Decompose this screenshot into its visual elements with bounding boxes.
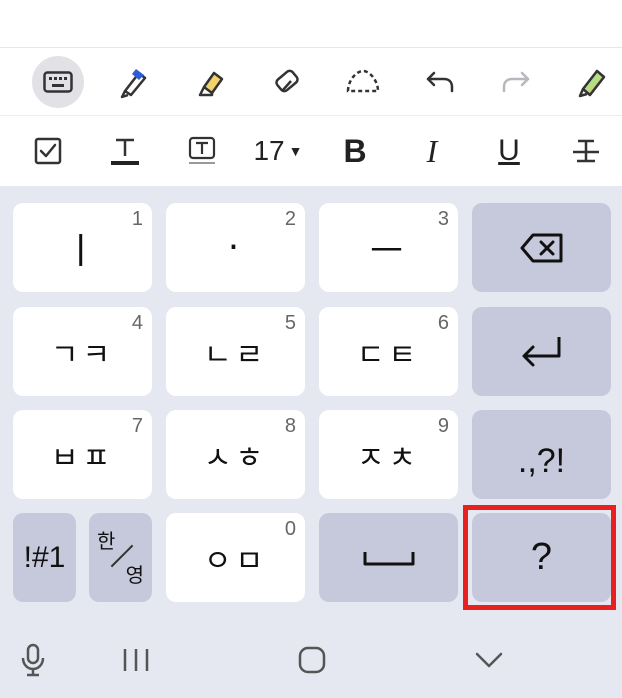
text-box-button[interactable] (176, 125, 228, 177)
multicolor-pen-icon (578, 69, 606, 97)
strikethrough-icon (573, 139, 599, 163)
home-icon (298, 646, 326, 674)
key-label: ㄷㅌ (356, 337, 421, 373)
hide-keyboard-icon (475, 652, 503, 668)
italic-button[interactable]: I (406, 125, 458, 177)
space-icon (363, 551, 414, 565)
key-3[interactable]: 3 ㅡ (319, 203, 458, 292)
key-label: ㅂㅍ (50, 440, 115, 476)
text-color-icon (111, 138, 139, 165)
pen-button[interactable] (108, 56, 160, 108)
key-label: ㅇㅁ (203, 543, 268, 579)
highlighter-icon (198, 71, 224, 96)
key-1[interactable]: 1 ㅣ (13, 203, 152, 292)
key-label: ㅅㅎ (203, 440, 268, 476)
lang-top-label: 한 (97, 529, 116, 553)
redo-icon (502, 71, 530, 92)
bold-button[interactable]: B (329, 125, 381, 177)
drawing-toolbar (0, 48, 622, 116)
font-size-value: 17 (253, 135, 285, 166)
recent-apps-icon (123, 649, 149, 671)
key-number: 6 (437, 312, 449, 334)
redo-button[interactable] (490, 56, 542, 108)
enter-key[interactable] (472, 307, 611, 396)
microphone-icon (21, 643, 45, 677)
language-switch-key[interactable]: 한 영 (89, 513, 152, 602)
key-number: 4 (131, 312, 143, 334)
key-5[interactable]: 5 ㄴㄹ (166, 307, 305, 396)
key-number: 5 (284, 312, 296, 334)
pen-icon (120, 68, 147, 98)
highlight-box (463, 505, 616, 610)
key-9[interactable]: 9 ㅈㅊ (319, 410, 458, 499)
key-8[interactable]: 8 ㅅㅎ (166, 410, 305, 499)
key-label: · (227, 227, 244, 268)
key-number: 7 (131, 415, 143, 437)
text-box-icon (188, 136, 216, 164)
underline-icon: U (498, 134, 520, 167)
key-number: 3 (437, 208, 449, 230)
key-number: 1 (131, 208, 143, 230)
strikethrough-button[interactable] (560, 125, 612, 177)
key-number: 8 (284, 415, 296, 437)
lasso-button[interactable] (337, 56, 389, 108)
keyboard-icon (43, 70, 73, 93)
hide-keyboard-button[interactable] (474, 650, 504, 670)
key-label: ㅈㅊ (356, 440, 421, 476)
key-label: ㄱㅋ (50, 337, 115, 373)
symbols-key[interactable]: !#1 (13, 513, 76, 602)
key-4[interactable]: 4 ㄱㅋ (13, 307, 152, 396)
chevron-down-icon: ▼ (288, 143, 303, 159)
lang-bottom-label: 영 (125, 563, 144, 587)
keyboard-toggle-button[interactable] (32, 55, 84, 108)
key-label: ㅡ (369, 230, 408, 272)
format-toolbar: 17 ▼ B I U (0, 117, 622, 185)
text-color-button[interactable] (99, 125, 151, 177)
recent-apps-button[interactable] (121, 647, 151, 673)
lasso-icon (346, 69, 380, 92)
microphone-button[interactable] (20, 643, 46, 677)
key-label: .,?! (517, 442, 566, 480)
key-0[interactable]: 0 ㅇㅁ (166, 513, 305, 602)
key-2[interactable]: 2 · (166, 203, 305, 292)
checkbox-button[interactable] (22, 125, 74, 177)
backspace-icon (520, 233, 562, 262)
undo-button[interactable] (414, 56, 466, 108)
underline-button[interactable]: U (483, 125, 535, 177)
key-6[interactable]: 6 ㄷㅌ (319, 307, 458, 396)
key-label: ㅣ (63, 230, 102, 272)
font-size-selector[interactable]: 17 ▼ (248, 125, 308, 177)
top-empty-area (0, 0, 622, 48)
key-number: 9 (437, 415, 449, 437)
space-key[interactable] (319, 513, 458, 602)
key-label: !#1 (23, 540, 66, 574)
italic-icon: I (426, 132, 438, 169)
checkbox-icon (34, 137, 62, 165)
key-number: 0 (284, 518, 296, 540)
pen-settings-button[interactable] (566, 56, 618, 108)
eraser-button[interactable] (261, 56, 313, 108)
bold-icon: B (343, 132, 367, 169)
backspace-key[interactable] (472, 203, 611, 292)
highlighter-button[interactable] (185, 56, 237, 108)
eraser-icon (275, 69, 299, 92)
key-7[interactable]: 7 ㅂㅍ (13, 410, 152, 499)
key-number: 2 (284, 208, 296, 230)
home-button[interactable] (297, 645, 327, 675)
key-label: ㄴㄹ (203, 337, 268, 373)
punctuation-key[interactable]: .,?! (472, 410, 611, 499)
enter-icon (522, 336, 560, 366)
navigation-bar (0, 622, 622, 698)
undo-icon (426, 71, 454, 92)
